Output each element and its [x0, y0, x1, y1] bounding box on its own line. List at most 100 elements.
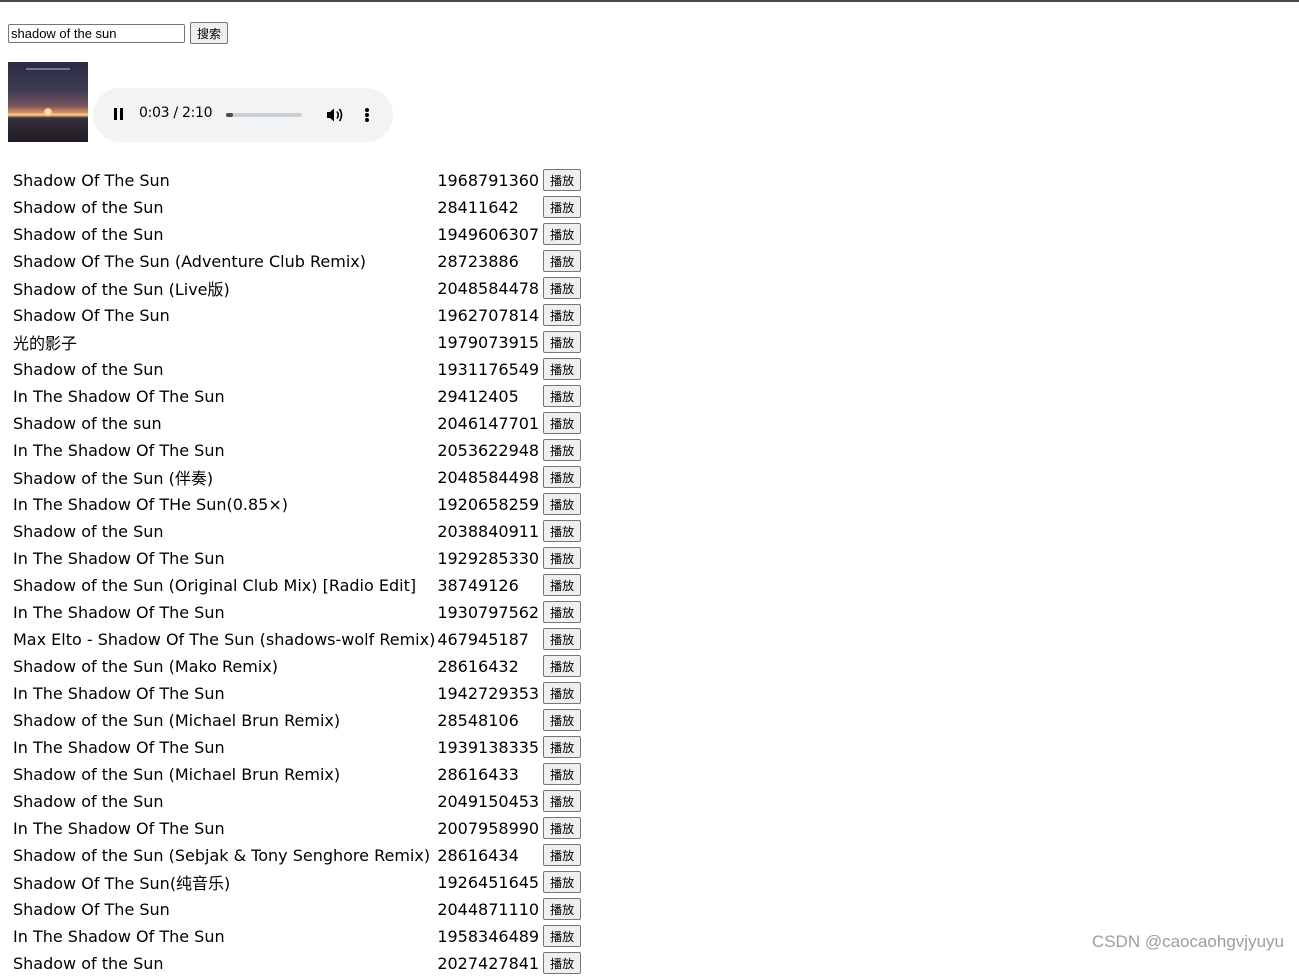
play-cell: 播放 [543, 870, 582, 894]
song-name: Shadow of the Sun (Michael Brun Remix) [13, 764, 341, 784]
song-name: Shadow of the sun [13, 413, 162, 433]
play-button[interactable]: 播放 [543, 547, 582, 569]
top-border [0, 0, 1299, 2]
play-cell: 播放 [543, 384, 582, 408]
search-button[interactable]: 搜索 [190, 22, 229, 44]
search-bar: 搜索 [8, 22, 229, 44]
song-id: 1930797562 [437, 602, 540, 622]
play-button[interactable]: 播放 [543, 844, 582, 866]
progress-slider[interactable] [226, 113, 302, 117]
song-id: 2027427841 [437, 953, 540, 973]
play-button[interactable]: 播放 [543, 493, 582, 515]
play-button[interactable]: 播放 [543, 790, 582, 812]
watermark: CSDN @caocaohgvjyuyu [1091, 932, 1284, 951]
play-cell: 播放 [543, 681, 582, 705]
table-row: In The Shadow Of THe Sun(0.85×) 192065825… [13, 492, 582, 516]
song-id: 1931176549 [437, 359, 540, 379]
play-button[interactable]: 播放 [543, 574, 582, 596]
song-name: In The Shadow Of The Sun [13, 737, 225, 757]
play-button[interactable]: 播放 [543, 385, 582, 407]
play-cell: 播放 [543, 357, 582, 381]
play-button[interactable]: 播放 [543, 898, 582, 920]
volume-icon[interactable] [326, 107, 344, 123]
play-button[interactable]: 播放 [543, 628, 582, 650]
play-button[interactable]: 播放 [543, 358, 582, 380]
play-button[interactable]: 播放 [543, 925, 582, 947]
song-name: In The Shadow Of The Sun [13, 683, 225, 703]
table-row: Max Elto - Shadow Of The Sun (shadows-wo… [13, 627, 582, 651]
play-cell: 播放 [543, 627, 582, 651]
song-id: 28616433 [437, 764, 519, 784]
song-name: Shadow of the Sun (Live版) [13, 280, 230, 299]
song-id: 1920658259 [437, 494, 540, 514]
song-name: Shadow Of The Sun [13, 170, 170, 190]
play-button[interactable]: 播放 [543, 655, 582, 677]
song-name: Shadow of the Sun [13, 953, 164, 973]
table-row: Shadow of the Sun 1931176549 播放 [13, 357, 582, 381]
song-name: Shadow of the Sun [13, 791, 164, 811]
play-cell: 播放 [543, 816, 582, 840]
table-row: Shadow of the Sun (Original Club Mix) [R… [13, 573, 582, 597]
table-row: In The Shadow Of The Sun 2053622948 播放 [13, 438, 582, 462]
play-button[interactable]: 播放 [543, 223, 582, 245]
table-row: Shadow of the Sun 1949606307 播放 [13, 222, 582, 246]
play-button[interactable]: 播放 [543, 439, 582, 461]
more-vertical-icon[interactable] [364, 107, 370, 123]
search-input[interactable] [8, 23, 185, 43]
play-button[interactable]: 播放 [543, 304, 582, 326]
song-id: 2048584498 [437, 467, 540, 487]
play-button[interactable]: 播放 [543, 412, 582, 434]
song-id: 2048584478 [437, 278, 540, 298]
table-row: In The Shadow Of The Sun 1930797562 播放 [13, 600, 582, 624]
song-name: Shadow of the Sun (伴奏) [13, 469, 214, 488]
table-row: Shadow of the Sun 2038840911 播放 [13, 519, 582, 543]
play-cell: 播放 [543, 654, 582, 678]
play-button[interactable]: 播放 [543, 601, 582, 623]
play-button[interactable]: 播放 [543, 682, 582, 704]
play-button[interactable]: 播放 [543, 331, 582, 353]
song-id: 1942729353 [437, 683, 540, 703]
table-row: Shadow Of The Sun 1968791360 播放 [13, 168, 582, 192]
song-id: 2053622948 [437, 440, 540, 460]
song-id: 1949606307 [437, 224, 540, 244]
play-button[interactable]: 播放 [543, 763, 582, 785]
play-cell: 播放 [543, 924, 582, 948]
play-cell: 播放 [543, 438, 582, 462]
song-id: 28548106 [437, 710, 519, 730]
play-cell: 播放 [543, 789, 582, 813]
song-id: 28723886 [437, 251, 519, 271]
play-button[interactable]: 播放 [543, 736, 582, 758]
play-cell: 播放 [543, 897, 582, 921]
song-id: 2049150453 [437, 791, 540, 811]
time-display: 0:03 / 2:10 [139, 105, 213, 121]
play-button[interactable]: 播放 [543, 871, 582, 893]
play-cell: 播放 [543, 249, 582, 273]
table-row: Shadow of the Sun (Michael Brun Remix) 28… [13, 708, 582, 732]
play-button[interactable]: 播放 [543, 709, 582, 731]
table-row: Shadow Of The Sun 2044871110 播放 [13, 897, 582, 921]
song-name: Shadow of the Sun [13, 521, 164, 541]
play-cell: 播放 [543, 492, 582, 516]
play-button[interactable]: 播放 [543, 466, 582, 488]
play-button[interactable]: 播放 [543, 520, 582, 542]
progress-fill [226, 113, 233, 117]
table-row: In The Shadow Of The Sun 2007958990 播放 [13, 816, 582, 840]
song-id: 1929285330 [437, 548, 540, 568]
song-name: In The Shadow Of The Sun [13, 440, 225, 460]
song-id: 1939138335 [437, 737, 540, 757]
play-cell: 播放 [543, 546, 582, 570]
song-name: Max Elto - Shadow Of The Sun (shadows-wo… [13, 629, 436, 649]
audio-player[interactable]: 0:03 / 2:10 [93, 88, 393, 142]
table-row: Shadow Of The Sun (Adventure Club Remix)… [13, 249, 582, 273]
song-name: 光的影子 [13, 334, 78, 353]
song-name: Shadow of the Sun (Michael Brun Remix) [13, 710, 341, 730]
play-button[interactable]: 播放 [543, 250, 582, 272]
song-name: Shadow of the Sun [13, 197, 164, 217]
pause-icon[interactable] [113, 108, 125, 122]
play-cell: 播放 [543, 708, 582, 732]
play-button[interactable]: 播放 [543, 817, 582, 839]
play-button[interactable]: 播放 [543, 169, 582, 191]
play-button[interactable]: 播放 [543, 196, 582, 218]
play-button[interactable]: 播放 [543, 277, 582, 299]
play-button[interactable]: 播放 [543, 952, 582, 974]
